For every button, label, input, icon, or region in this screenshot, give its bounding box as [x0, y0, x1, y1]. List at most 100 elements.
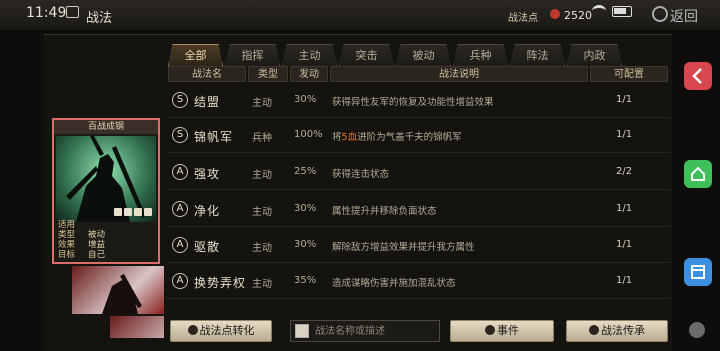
card-stat-row: 效果 增益	[58, 240, 156, 250]
convert-label: 战法点转化	[199, 324, 255, 337]
stat-key: 效果	[58, 240, 76, 250]
col-type: 类型	[248, 66, 288, 82]
skill-card-thumbnail[interactable]	[110, 316, 164, 338]
skill-cap: 1/1	[616, 203, 633, 214]
skill-desc: 造成谋略伤害并施加混乱状态	[332, 278, 456, 289]
stat-key: 目标	[58, 250, 76, 260]
cross-icon	[134, 208, 142, 216]
skill-desc: 获得异性友军的恢复及功能性增益效果	[332, 97, 494, 108]
skill-card-thumbnail[interactable]	[72, 266, 164, 314]
tab-all[interactable]: 全部	[168, 44, 223, 66]
grade-badge: S	[172, 92, 188, 108]
tab-domestic[interactable]: 内政	[567, 44, 622, 66]
skill-name: 驱散	[194, 240, 221, 254]
skill-type: 主动	[252, 279, 272, 290]
desc-part: 进阶为气盖千夫的锦帆军	[357, 132, 462, 143]
event-button[interactable]: 事件	[450, 320, 554, 342]
table-header: 战法名 类型 发动 战法说明 可配置	[168, 66, 668, 82]
more-icon[interactable]	[689, 322, 705, 338]
tab-troop[interactable]: 兵种	[453, 44, 508, 66]
event-icon	[485, 325, 495, 335]
tab-active[interactable]: 主动	[282, 44, 337, 66]
inherit-button[interactable]: 战法传承	[566, 320, 668, 342]
stat-value: 增益	[88, 240, 106, 250]
skill-name: 换势弄权	[194, 276, 247, 290]
battery-icon	[612, 5, 632, 17]
table-row[interactable]: S 结盟 主动 30% 获得异性友军的恢复及功能性增益效果 1/1	[166, 84, 670, 118]
skill-cap: 1/1	[616, 239, 633, 250]
skill-name: 净化	[194, 204, 221, 218]
skill-desc: 解除敌方增益效果并提升我方属性	[332, 242, 475, 253]
card-stat-row: 目标 自己	[58, 250, 156, 260]
stat-value: 自己	[88, 250, 106, 260]
wifi-icon	[592, 5, 606, 17]
grade-badge: A	[172, 201, 188, 217]
search-input[interactable]	[315, 324, 435, 338]
nav-home-button[interactable]	[684, 160, 712, 188]
card-art-thumbnail	[102, 274, 142, 314]
clock: 11:49	[26, 5, 67, 21]
image-icon	[66, 6, 79, 18]
skill-card[interactable]: 百战成钢 适用 类型 被动 效果 增益 目标 自己	[52, 118, 160, 264]
sword-icon	[114, 208, 122, 216]
coin-icon	[187, 325, 198, 335]
convert-points-button[interactable]: 战法点转化	[170, 320, 272, 342]
skill-rate: 30%	[294, 94, 317, 105]
desc-highlight: 血	[347, 132, 358, 143]
points-value: 2520	[564, 9, 592, 22]
window-icon	[691, 265, 705, 279]
col-rate: 发动	[290, 66, 328, 82]
skill-rate: 30%	[294, 203, 317, 214]
grade-badge: A	[172, 273, 188, 289]
back-button[interactable]: 返回	[670, 6, 698, 26]
skill-cap: 2/2	[616, 166, 633, 177]
skill-name: 强攻	[194, 167, 221, 181]
skill-type: 主动	[252, 98, 272, 109]
stat-key: 适用	[58, 220, 76, 230]
skill-rate: 25%	[294, 166, 317, 177]
skill-desc: 属性提升并移除负面状态	[332, 206, 437, 217]
table-row[interactable]: A 驱散 主动 30% 解除敌方增益效果并提升我方属性 1/1	[166, 229, 670, 263]
search-icon	[295, 324, 309, 338]
tab-assault[interactable]: 突击	[339, 44, 394, 66]
col-cap: 可配置	[590, 66, 668, 82]
status-bar: 11:49 战法 战法点 2520 返回	[0, 0, 720, 30]
nav-recent-button[interactable]	[684, 258, 712, 286]
points-icon	[550, 9, 560, 19]
card-icons	[114, 208, 152, 216]
tab-command[interactable]: 指挥	[225, 44, 280, 66]
col-name: 战法名	[168, 66, 246, 82]
skill-type: 兵种	[252, 133, 272, 144]
target-icon	[144, 208, 152, 216]
skill-name: 结盟	[194, 95, 221, 109]
table-row[interactable]: A 净化 主动 30% 属性提升并移除负面状态 1/1	[166, 193, 670, 227]
settings-icon[interactable]	[652, 6, 668, 22]
tab-passive[interactable]: 被动	[396, 44, 451, 66]
table-row[interactable]: A 强攻 主动 25% 获得连击状态 2/2	[166, 156, 670, 190]
card-stat-row: 适用	[58, 220, 156, 230]
skill-type: 主动	[252, 243, 272, 254]
nav-back-button[interactable]	[684, 62, 712, 90]
notification-icons	[66, 6, 79, 18]
stat-key: 类型	[58, 230, 76, 240]
skill-type: 主动	[252, 170, 272, 181]
chevron-left-icon	[692, 68, 702, 84]
event-label: 事件	[497, 324, 519, 337]
skill-cap: 1/1	[616, 129, 633, 140]
skill-type: 主动	[252, 207, 272, 218]
page-title: 战法	[86, 11, 113, 26]
skill-rate: 30%	[294, 239, 317, 250]
category-tabs: 全部 指挥 主动 突击 被动 兵种 阵法 内政	[168, 44, 622, 66]
skill-name: 锦帆军	[194, 130, 234, 144]
system-indicators	[592, 5, 632, 17]
stat-value: 被动	[88, 230, 106, 240]
home-icon	[691, 166, 705, 181]
search-box[interactable]	[290, 320, 440, 342]
table-row[interactable]: A 换势弄权 主动 35% 造成谋略伤害并施加混乱状态 1/1	[166, 265, 670, 299]
table-row[interactable]: S 锦帆军 兵种 100% 将5血进阶为气盖千夫的锦帆军 1/1	[166, 119, 670, 153]
hammer-icon	[589, 325, 599, 335]
card-title: 百战成钢	[54, 120, 158, 134]
grade-badge: A	[172, 237, 188, 253]
tab-formation[interactable]: 阵法	[510, 44, 565, 66]
grade-badge: S	[172, 127, 188, 143]
